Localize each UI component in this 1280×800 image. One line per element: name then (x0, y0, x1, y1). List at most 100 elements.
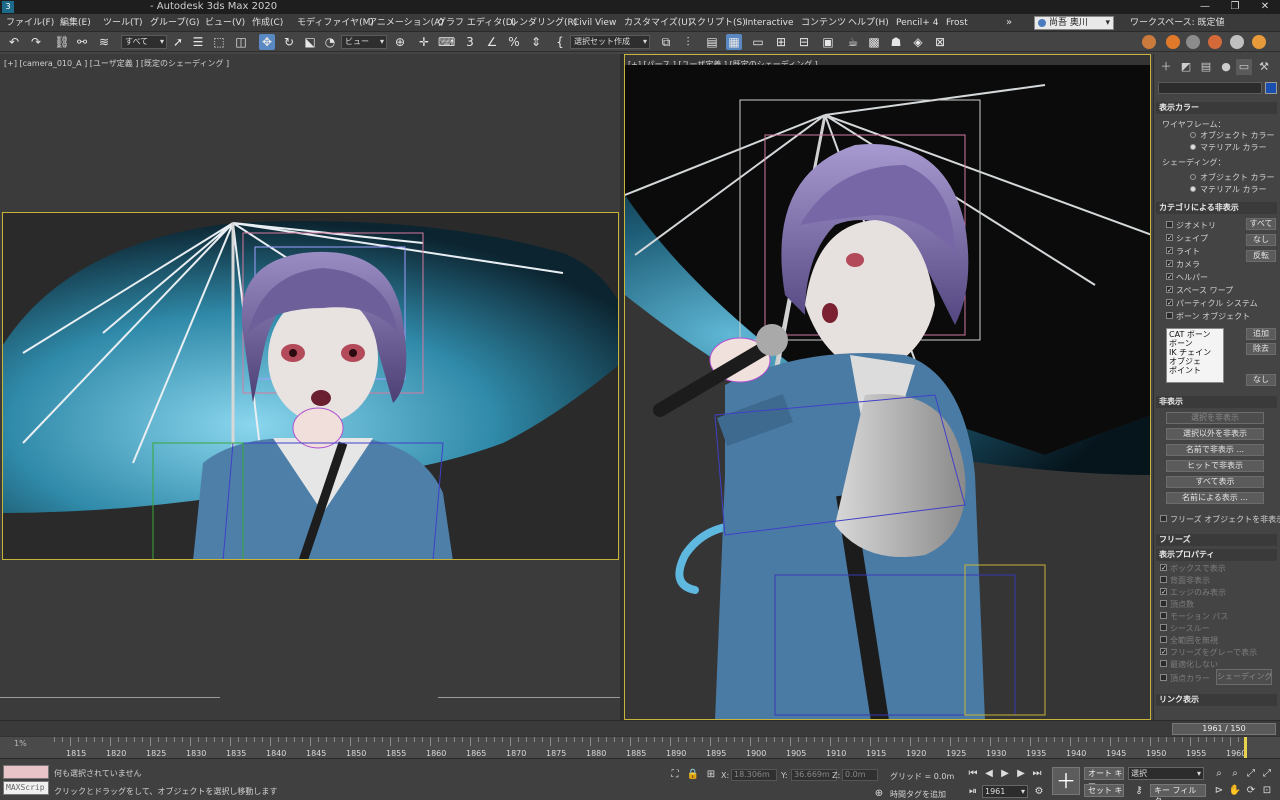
manipulate-icon[interactable]: ✛ (416, 34, 432, 50)
add-time-tag-icon[interactable]: ⊕ (872, 787, 886, 800)
hide-geometry-checkbox[interactable] (1166, 221, 1173, 228)
menu-create[interactable]: 作成(C) (252, 14, 283, 32)
user-account-dropdown[interactable]: 尚吾 奥川 (1034, 16, 1114, 30)
vertex-shading-button[interactable]: シェーディング (1216, 669, 1272, 685)
menu-view[interactable]: ビュー(V) (205, 14, 245, 32)
snap-icon[interactable]: 3 (462, 34, 478, 50)
create-tab-icon[interactable]: ＋ (1158, 59, 1174, 75)
track-bar[interactable]: 1% 1815 1820 1825 1830 1835 1840 1845 1850 1855 1… (0, 736, 1280, 759)
unhide-by-name-button[interactable]: 名前による表示 ... (1166, 492, 1264, 504)
hide-frozen-checkbox[interactable] (1160, 515, 1167, 522)
link-icon[interactable]: ⛓ (54, 34, 70, 50)
category-remove-button[interactable]: 除去 (1246, 343, 1276, 355)
category-listbox[interactable]: CAT ボーン ボーン IK チェイン オブジェ ポイント (1166, 328, 1224, 383)
plugin-icon-2[interactable] (1166, 35, 1180, 49)
modify-tab-icon[interactable]: ◩ (1178, 59, 1194, 75)
menu-pencil[interactable]: Pencil+ 4 (896, 14, 938, 32)
menu-group[interactable]: グループ(G) (150, 14, 199, 32)
align-icon[interactable]: ⫶ (680, 34, 696, 50)
wire-material-color-radio[interactable] (1190, 144, 1196, 150)
display-as-box-checkbox[interactable]: ✓ (1160, 564, 1167, 572)
selection-filter-dropdown[interactable]: すべて (121, 35, 167, 49)
menu-modifiers[interactable]: モディファイヤ(M) (297, 14, 374, 32)
reference-coord-dropdown[interactable]: ビュー (341, 35, 387, 49)
camera-viewport[interactable]: [+] [camera_010_A ] [ユーザ定義 ] [既定のシェーディング… (0, 54, 620, 720)
app-icon[interactable]: 3 (2, 1, 14, 13)
zoom-extents-icon[interactable]: ⤢ (1244, 767, 1258, 781)
menu-civil-view[interactable]: Civil View (573, 14, 616, 32)
current-frame-field[interactable]: 1961 (982, 785, 1028, 798)
go-to-end-icon[interactable]: ⏭ (1030, 767, 1044, 781)
time-config-icon[interactable]: ⚙ (1032, 785, 1046, 799)
utilities-tab-icon[interactable]: ⚒ (1256, 59, 1272, 75)
selection-lock-icon[interactable]: 🔒 (686, 768, 700, 782)
camera-viewport-label[interactable]: [+] [camera_010_A ] [ユーザ定義 ] [既定のシェーディング… (4, 58, 229, 69)
hide-cameras-checkbox[interactable]: ✓ (1166, 260, 1173, 268)
zoom-icon[interactable]: ⌕ (1212, 767, 1226, 781)
display-properties-header[interactable]: 表示プロパティ (1156, 549, 1277, 561)
show-frozen-gray-checkbox[interactable]: ✓ (1160, 648, 1167, 656)
named-selection-dropdown[interactable]: 選択セット作成 (570, 35, 650, 49)
minimize-button[interactable]: — (1190, 0, 1220, 14)
unlink-icon[interactable]: ⚯ (74, 34, 90, 50)
rotate-icon[interactable]: ↻ (281, 34, 297, 50)
bind-spacewarp-icon[interactable]: ≋ (96, 34, 112, 50)
key-icon[interactable]: ⚷ (1132, 784, 1146, 798)
plugin-icon-3[interactable] (1186, 35, 1200, 49)
scale-icon[interactable]: ⬕ (302, 34, 318, 50)
key-mode-icon[interactable]: ⏯ (966, 785, 980, 799)
key-filters-button[interactable]: キー フィルタ... (1150, 784, 1206, 800)
hide-selected-button[interactable]: 選択を非表示 (1166, 412, 1264, 424)
hide-invert-button[interactable]: 反転 (1246, 250, 1276, 262)
render-production-icon[interactable]: ☗ (888, 34, 904, 50)
menu-more-icon[interactable]: » (1006, 14, 1012, 32)
perspective-viewport[interactable]: [+] [パース ] [ユーザ定義 ] [既定のシェーディング ] (624, 54, 1151, 720)
unhide-all-button[interactable]: すべて表示 (1166, 476, 1264, 488)
maxscript-mini-listener[interactable]: MAXScrip (3, 781, 49, 795)
hide-bones-checkbox[interactable] (1166, 312, 1173, 319)
menu-customize[interactable]: カスタマイズ(U) (624, 14, 691, 32)
y-coord-field[interactable]: 36.669m (791, 769, 837, 781)
list-item[interactable]: CAT ボーン (1169, 330, 1221, 339)
select-icon[interactable]: ➚ (170, 34, 186, 50)
ribbon-icon[interactable]: ▭ (750, 34, 766, 50)
mirror-icon[interactable]: ⧉ (658, 34, 674, 50)
menu-file[interactable]: ファイル(F) (6, 14, 54, 32)
curve-editor-icon[interactable]: ⊞ (773, 34, 789, 50)
absolute-mode-icon[interactable]: ⊞ (704, 768, 718, 782)
orbit-icon[interactable]: ⟳ (1244, 784, 1258, 798)
add-time-tag-label[interactable]: 時間タグを追加 (890, 789, 946, 800)
rendered-frame-icon[interactable]: ▩ (866, 34, 882, 50)
edit-named-selection-icon[interactable]: { (552, 34, 568, 50)
z-coord-field[interactable]: 0.0m (842, 769, 878, 781)
display-color-header[interactable]: 表示カラー (1156, 102, 1277, 114)
menu-content[interactable]: コンテンツ (801, 14, 846, 32)
shade-object-color-radio[interactable] (1190, 174, 1196, 180)
render-setup-icon[interactable]: ☕ (845, 34, 861, 50)
object-color-swatch[interactable] (1265, 82, 1277, 94)
hide-none-button[interactable]: なし (1246, 234, 1276, 246)
next-frame-icon[interactable]: ▶ (1014, 767, 1028, 781)
hide-lights-checkbox[interactable]: ✓ (1166, 247, 1173, 255)
see-through-checkbox[interactable] (1160, 624, 1167, 631)
workspace-selector[interactable]: ワークスペース: 既定値 (1130, 14, 1225, 32)
hide-unselected-button[interactable]: 選択以外を非表示 (1166, 428, 1264, 440)
menu-frost[interactable]: Frost (946, 14, 968, 32)
window-crossing-icon[interactable]: ◫ (233, 34, 249, 50)
move-icon[interactable]: ✥ (259, 34, 275, 50)
pan-icon[interactable]: ✋ (1228, 784, 1242, 798)
play-icon[interactable]: ▶ (998, 767, 1012, 781)
menu-graph-editors[interactable]: グラフ エディタ(D) (437, 14, 516, 32)
hierarchy-tab-icon[interactable]: ▤ (1198, 59, 1214, 75)
maximize-viewport-icon[interactable]: ⊡ (1260, 784, 1274, 798)
spinner-snap-icon[interactable]: ⇕ (528, 34, 544, 50)
placement-icon[interactable]: ◔ (322, 34, 338, 50)
display-tab-icon[interactable]: ▭ (1236, 59, 1252, 75)
hide-all-button[interactable]: すべて (1246, 218, 1276, 230)
time-cursor[interactable] (1244, 737, 1247, 759)
maximize-button[interactable]: ❐ (1220, 0, 1250, 14)
hide-particles-checkbox[interactable]: ✓ (1166, 299, 1173, 307)
hide-helpers-checkbox[interactable]: ✓ (1166, 273, 1173, 281)
freeze-header[interactable]: フリーズ (1156, 534, 1277, 546)
never-degrade-checkbox[interactable] (1160, 660, 1167, 667)
